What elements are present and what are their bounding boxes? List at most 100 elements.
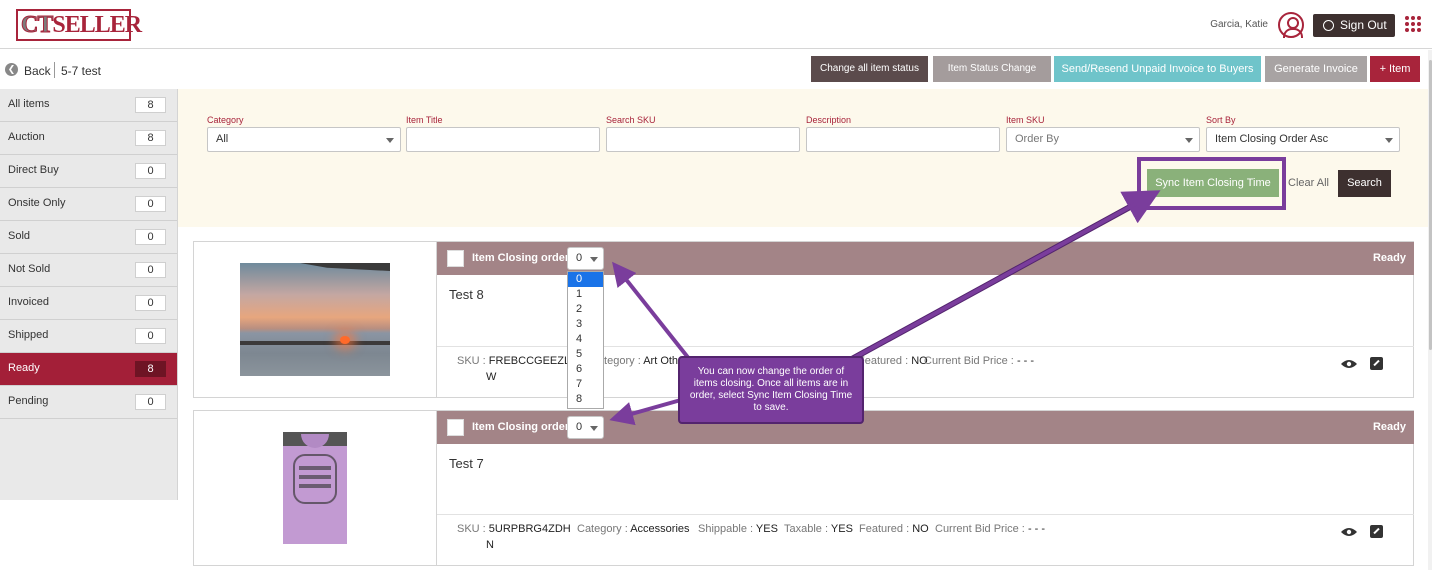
item-category: Category : Art Other [590, 355, 688, 367]
item-select-checkbox[interactable] [447, 250, 464, 267]
item-sku-wrap: N [486, 539, 494, 551]
count-badge: 0 [135, 328, 166, 344]
item-current-bid: Current Bid Price : - - - [924, 355, 1035, 367]
sort-by-label: Sort By [1206, 115, 1236, 125]
tshirt-photo[interactable] [283, 432, 347, 544]
item-featured: Featured : NO [859, 523, 929, 535]
item-sku-select[interactable]: Order By [1006, 127, 1200, 152]
item-title: Test 8 [449, 287, 484, 302]
description-label: Description [806, 115, 852, 125]
dropdown-option[interactable]: 3 [568, 317, 603, 332]
sort-by-select[interactable]: Item Closing Order Asc [1206, 127, 1400, 152]
app-header: CTSELLER Garcia, Katie Sign Out [0, 0, 1432, 49]
sidebar-item-pending[interactable]: Pending 0 [0, 386, 177, 419]
item-title-label: Item Title [406, 115, 443, 125]
count-badge: 0 [135, 262, 166, 278]
power-icon [1323, 20, 1334, 31]
count-badge: 0 [135, 295, 166, 311]
divider [437, 514, 1414, 515]
closing-order-label: Item Closing order [472, 252, 570, 264]
chevron-down-icon [590, 257, 598, 262]
closing-order-select[interactable]: 0 [567, 247, 604, 270]
item-title-input[interactable] [406, 127, 600, 152]
item-sku: SKU : FREBCCGEEZL [457, 355, 571, 367]
sync-item-closing-time-button[interactable]: Sync Item Closing Time [1147, 169, 1279, 197]
category-label: Category [207, 115, 244, 125]
count-badge: 8 [135, 97, 166, 113]
sidebar-item-auction[interactable]: Auction 8 [0, 122, 177, 155]
apps-grid-icon[interactable] [1405, 16, 1421, 32]
sidebar-item-shipped[interactable]: Shipped 0 [0, 320, 177, 353]
count-badge: 0 [135, 394, 166, 410]
page-title: 5-7 test [61, 64, 102, 78]
item-featured: Featured : NO [858, 355, 928, 367]
item-image-box [194, 411, 437, 565]
item-sku-wrap: W [486, 371, 497, 383]
item-card-header: Item Closing order 0 Ready [437, 411, 1414, 444]
closing-order-dropdown-list[interactable]: 0 1 2 3 4 5 6 7 8 [567, 271, 604, 409]
annotation-callout: You can now change the order of items cl… [678, 356, 864, 424]
search-sku-input[interactable] [606, 127, 800, 152]
sidebar-item-ready[interactable]: Ready 8 [0, 353, 177, 386]
clear-all-link[interactable]: Clear All [1288, 177, 1329, 189]
user-avatar-icon[interactable] [1278, 12, 1304, 38]
item-title: Test 7 [449, 456, 484, 471]
dropdown-option[interactable]: 4 [568, 332, 603, 347]
sidebar-item-sold[interactable]: Sold 0 [0, 221, 177, 254]
item-image-box [194, 242, 437, 397]
user-name: Garcia, Katie [1210, 19, 1268, 30]
sidebar-item-invoiced[interactable]: Invoiced 0 [0, 287, 177, 320]
view-eye-icon[interactable] [1341, 359, 1357, 369]
generate-invoice-button[interactable]: Generate Invoice [1265, 56, 1367, 82]
dropdown-option[interactable]: 1 [568, 287, 603, 302]
ctseller-logo[interactable]: CTSELLER [16, 9, 142, 41]
status-badge: Ready [1372, 421, 1406, 433]
count-badge: 0 [135, 229, 166, 245]
search-button[interactable]: Search [1338, 170, 1391, 197]
chevron-down-icon [590, 426, 598, 431]
back-arrow-icon[interactable]: ❮ [5, 63, 18, 76]
sign-out-button[interactable]: Sign Out [1313, 14, 1395, 37]
resend-unpaid-invoice-button[interactable]: Send/Resend Unpaid Invoice to Buyers [1054, 56, 1261, 82]
item-shippable: Shippable : YES [698, 523, 778, 535]
breadcrumb-divider [54, 62, 55, 78]
dropdown-option[interactable]: 2 [568, 302, 603, 317]
item-status-change-button[interactable]: Item Status Change [933, 56, 1051, 82]
category-select[interactable]: All [207, 127, 401, 152]
edit-icon[interactable] [1370, 357, 1383, 370]
dropdown-option[interactable]: 7 [568, 377, 603, 392]
dropdown-option[interactable]: 8 [568, 392, 603, 407]
sidebar-item-direct-buy[interactable]: Direct Buy 0 [0, 155, 177, 188]
dropdown-option[interactable]: 0 [568, 272, 603, 287]
sidebar-item-onsite-only[interactable]: Onsite Only 0 [0, 188, 177, 221]
item-select-checkbox[interactable] [447, 419, 464, 436]
closing-order-select[interactable]: 0 [567, 416, 604, 439]
count-badge: 8 [135, 130, 166, 146]
view-eye-icon[interactable] [1341, 527, 1357, 537]
add-item-button[interactable]: + Item [1370, 56, 1420, 82]
item-category: Category : Accessories [577, 523, 690, 535]
item-sku-label: Item SKU [1006, 115, 1045, 125]
change-all-item-status-button[interactable]: Change all item status [811, 56, 928, 82]
count-badge: 0 [135, 163, 166, 179]
status-badge: Ready [1372, 252, 1406, 264]
back-link[interactable]: Back [24, 64, 51, 78]
dropdown-option[interactable]: 6 [568, 362, 603, 377]
sidebar: All items 8 Auction 8 Direct Buy 0 Onsite O… [0, 89, 178, 500]
sidebar-item-not-sold[interactable]: Not Sold 0 [0, 254, 177, 287]
count-badge: 0 [135, 196, 166, 212]
edit-icon[interactable] [1370, 525, 1383, 538]
sidebar-item-all-items[interactable]: All items 8 [0, 89, 177, 122]
count-badge: 8 [135, 361, 166, 377]
item-sku: SKU : 5URPBRG4ZDH [457, 523, 571, 535]
chevron-down-icon [386, 138, 394, 143]
item-current-bid: Current Bid Price : - - - [935, 523, 1046, 535]
description-input[interactable] [806, 127, 1000, 152]
chevron-down-icon [1385, 138, 1393, 143]
item-taxable: Taxable : YES [784, 523, 853, 535]
dropdown-option[interactable]: 5 [568, 347, 603, 362]
search-sku-label: Search SKU [606, 115, 656, 125]
sunset-photo[interactable] [240, 263, 390, 376]
closing-order-label: Item Closing order [472, 421, 570, 433]
chevron-down-icon [1185, 138, 1193, 143]
